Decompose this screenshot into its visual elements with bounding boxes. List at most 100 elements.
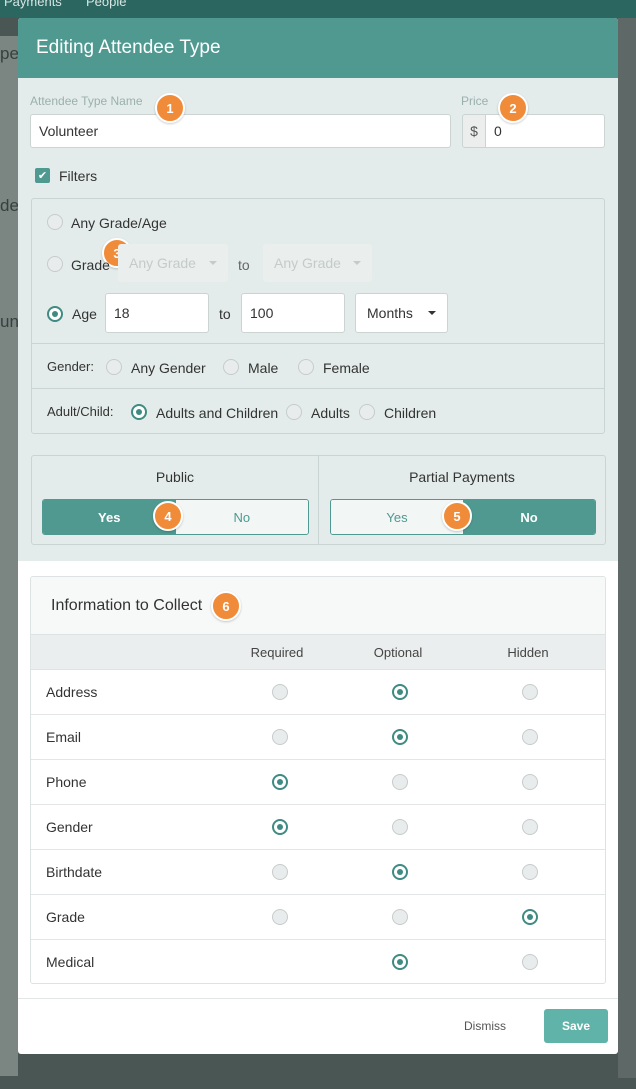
row-label: Email (46, 729, 82, 745)
info-column-headers: Required Optional Hidden (31, 635, 605, 670)
dismiss-button[interactable]: Dismiss (464, 1019, 506, 1033)
divider (32, 343, 604, 344)
row-label: Gender (46, 819, 93, 835)
age-unit-select[interactable]: Months (355, 293, 448, 333)
age-radio[interactable] (47, 306, 63, 322)
gender-male-label: Male (248, 360, 279, 376)
column-optional: Optional (373, 645, 423, 660)
gender-any-radio[interactable] (106, 359, 122, 375)
grade-optional-radio[interactable] (392, 909, 408, 925)
phone-hidden-radio[interactable] (522, 774, 538, 790)
any-grade-age-label: Any Grade/Age (71, 215, 167, 231)
divider (32, 388, 604, 389)
birthdate-required-radio[interactable] (272, 864, 288, 880)
gender-label: Gender: (47, 359, 94, 374)
step-badge-1: 1 (155, 93, 185, 123)
grade-from-select[interactable]: Any Grade (118, 244, 228, 282)
modal-title: Editing Attendee Type (36, 37, 221, 58)
gender-optional-radio[interactable] (392, 819, 408, 835)
step-badge-6: 6 (211, 591, 241, 621)
children-label: Children (384, 405, 437, 421)
background-right-strip (618, 18, 636, 1078)
age-label: Age (72, 306, 97, 322)
gender-female-label: Female (323, 360, 370, 376)
adults-and-children-label: Adults and Children (156, 405, 279, 421)
attendee-type-name-input[interactable]: Volunteer (30, 114, 451, 148)
background-fragment: de (0, 196, 19, 215)
public-title: Public (155, 469, 195, 485)
row-label: Medical (46, 954, 95, 970)
background-fragment: un (0, 312, 19, 331)
table-row: Medical (31, 940, 605, 983)
gender-female-radio[interactable] (298, 359, 314, 375)
age-max-input[interactable]: 100 (241, 293, 345, 333)
currency-addon: $ (462, 114, 486, 148)
grade-from-value: Any Grade (129, 255, 196, 271)
row-label: Phone (46, 774, 87, 790)
grade-to-select[interactable]: Any Grade (263, 244, 372, 282)
adults-label: Adults (311, 405, 350, 421)
gender-male-radio[interactable] (223, 359, 239, 375)
column-hidden: Hidden (507, 645, 549, 660)
name-label: Attendee Type Name (30, 94, 143, 108)
table-row: Gender (31, 805, 605, 850)
birthdate-optional-radio[interactable] (392, 864, 408, 880)
chevron-down-icon (428, 311, 436, 315)
adult-child-label: Adult/Child: (47, 404, 114, 419)
chevron-down-icon (353, 261, 361, 265)
gender-hidden-radio[interactable] (522, 819, 538, 835)
address-hidden-radio[interactable] (522, 684, 538, 700)
phone-optional-radio[interactable] (392, 774, 408, 790)
info-title: Information to Collect (51, 596, 203, 614)
any-grade-age-radio[interactable] (47, 214, 63, 230)
row-label: Grade (46, 909, 85, 925)
grade-to-value: Any Grade (274, 255, 341, 271)
grade-to-label: to (238, 257, 250, 273)
table-row: Address (31, 670, 605, 715)
background-nav-payments: Payments (4, 0, 62, 9)
medical-optional-radio[interactable] (392, 954, 408, 970)
price-label: Price (461, 94, 489, 108)
grade-label: Grade (71, 257, 110, 273)
step-badge-5: 5 (442, 501, 472, 531)
adults-radio[interactable] (286, 404, 302, 420)
chevron-down-icon (209, 261, 217, 265)
grade-radio[interactable] (47, 256, 63, 272)
column-required: Required (250, 645, 304, 660)
toggles-panel: Public Yes No Partial Payments Yes No 4 … (31, 455, 606, 545)
partial-payments-title: Partial Payments (409, 469, 515, 485)
age-min-input[interactable]: 18 (105, 293, 209, 333)
background-nav-people: People (86, 0, 127, 9)
info-header: Information to Collect (31, 577, 605, 635)
table-row: Phone (31, 760, 605, 805)
age-to-label: to (219, 306, 231, 322)
medical-hidden-radio[interactable] (522, 954, 538, 970)
table-row: Email (31, 715, 605, 760)
step-badge-2: 2 (498, 93, 528, 123)
modal-header: Editing Attendee Type (18, 18, 618, 78)
grade-hidden-radio[interactable] (522, 909, 538, 925)
email-required-radio[interactable] (272, 729, 288, 745)
adults-and-children-radio[interactable] (131, 404, 147, 420)
public-no-button[interactable]: No (175, 500, 308, 534)
save-button[interactable]: Save (544, 1009, 608, 1043)
gender-required-radio[interactable] (272, 819, 288, 835)
email-hidden-radio[interactable] (522, 729, 538, 745)
step-badge-4: 4 (153, 501, 183, 531)
phone-required-radio[interactable] (272, 774, 288, 790)
address-required-radio[interactable] (272, 684, 288, 700)
address-optional-radio[interactable] (392, 684, 408, 700)
modal-footer: Dismiss Save (18, 998, 618, 1054)
background-topbar: Payments People (0, 0, 636, 18)
children-radio[interactable] (359, 404, 375, 420)
filters-panel: Any Grade/Age Grade Any Grade to Any Gra… (31, 198, 605, 434)
background-fragment: pe (0, 44, 19, 63)
partial-payments-no-button[interactable]: No (463, 500, 595, 534)
row-label: Birthdate (46, 864, 103, 880)
email-optional-radio[interactable] (392, 729, 408, 745)
gender-any-label: Any Gender (131, 360, 206, 376)
birthdate-hidden-radio[interactable] (522, 864, 538, 880)
filters-checkbox[interactable]: ✔ (35, 168, 50, 183)
age-unit-value: Months (367, 305, 413, 321)
grade-required-radio[interactable] (272, 909, 288, 925)
